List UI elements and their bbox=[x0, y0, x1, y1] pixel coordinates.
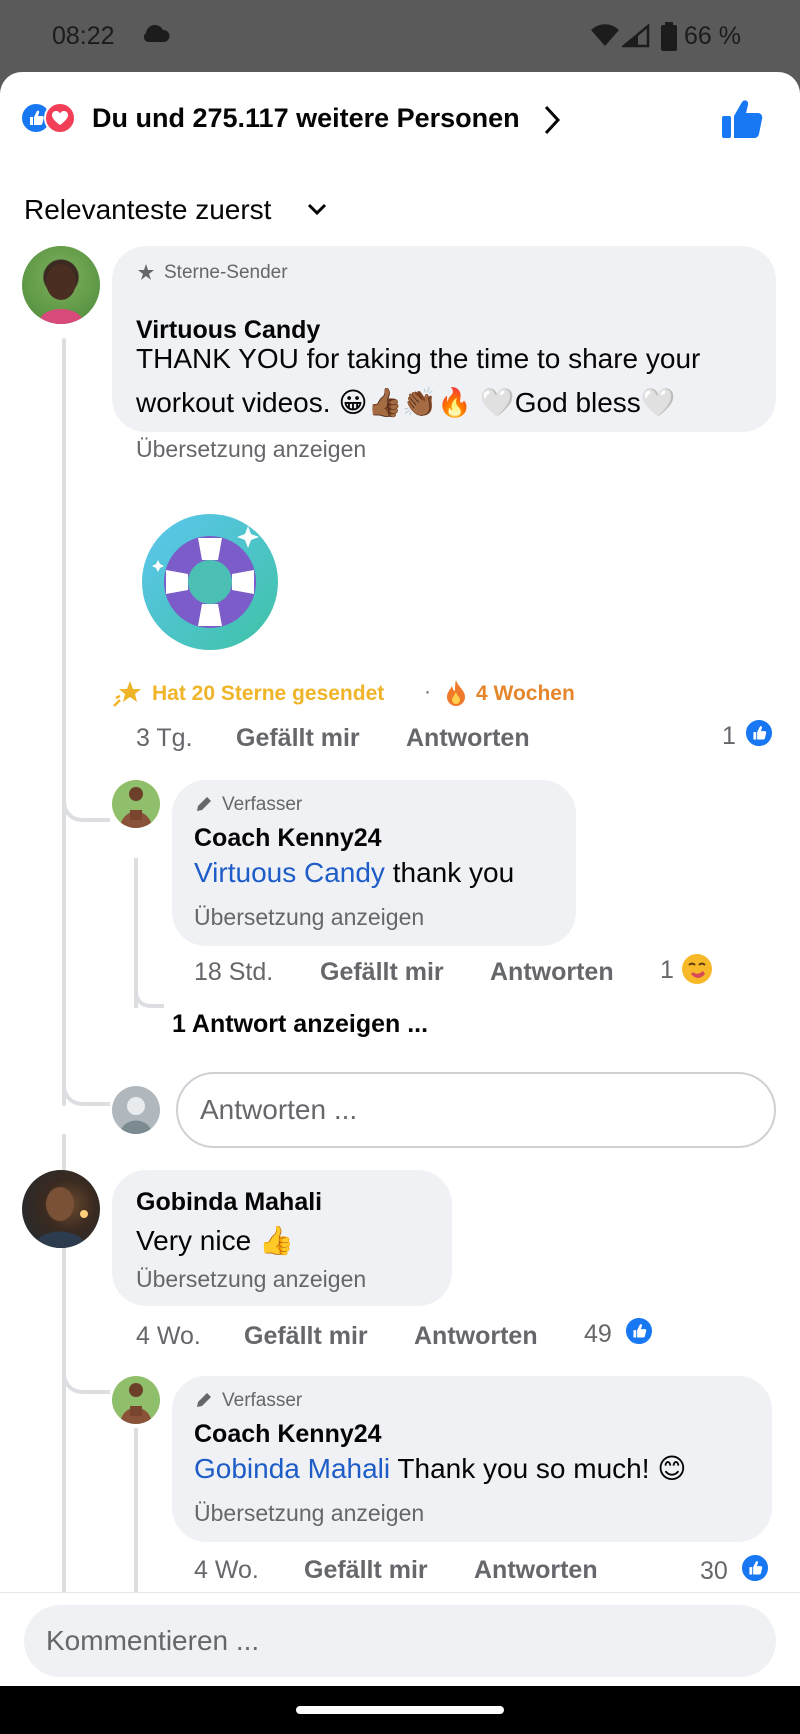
pencil-icon bbox=[194, 1390, 214, 1415]
home-gesture-handle[interactable] bbox=[296, 1706, 504, 1714]
like-reaction-icon[interactable] bbox=[744, 718, 774, 748]
translate-link[interactable]: Übersetzung anzeigen bbox=[136, 1266, 366, 1293]
like-count: 30 bbox=[700, 1557, 728, 1585]
avatar[interactable] bbox=[112, 780, 160, 828]
my-avatar bbox=[112, 1086, 160, 1134]
translate-link[interactable]: Übersetzung anzeigen bbox=[194, 1500, 424, 1527]
comment-input-field[interactable] bbox=[24, 1605, 776, 1677]
like-reaction-icon[interactable] bbox=[624, 1316, 654, 1346]
like-comment-button[interactable]: Gefällt mir bbox=[244, 1322, 368, 1351]
reply-author[interactable]: Coach Kenny24 bbox=[194, 824, 382, 853]
comments-sheet: Du und 275.117 weitere Personen Relevant… bbox=[0, 72, 800, 1686]
avatar[interactable] bbox=[22, 246, 100, 324]
reply-text: Gobinda Mahali Thank you so much! 😊 bbox=[194, 1448, 687, 1490]
like-comment-button[interactable]: Gefällt mir bbox=[320, 958, 444, 987]
reply-text-body: thank you bbox=[384, 857, 515, 888]
reply-time: 4 Wo. bbox=[194, 1556, 259, 1584]
view-replies-link[interactable]: 1 Antwort anzeigen ... bbox=[172, 1010, 428, 1039]
thread-line bbox=[62, 338, 66, 1106]
comment-input[interactable] bbox=[24, 1605, 776, 1677]
status-bar: 08:22 66 % bbox=[0, 0, 800, 74]
battery-icon bbox=[660, 22, 678, 57]
weeks-badge-text: 4 Wochen bbox=[476, 682, 575, 705]
reply-comment-button[interactable]: Antworten bbox=[414, 1322, 538, 1351]
battery-percent: 66 % bbox=[684, 22, 741, 50]
comment-badge: Sterne-Sender bbox=[164, 262, 288, 283]
comment-composer: 30 bbox=[0, 1553, 800, 1686]
system-nav-bar bbox=[0, 1686, 800, 1734]
translate-link[interactable]: Übersetzung anzeigen bbox=[194, 904, 424, 931]
thread-branch bbox=[62, 792, 110, 822]
translate-link[interactable]: Übersetzung anzeigen bbox=[136, 436, 366, 463]
mention-link[interactable]: Virtuous Candy bbox=[194, 857, 385, 888]
stars-sent-text: Hat 20 Sterne gesendet bbox=[152, 682, 385, 705]
reply-comment-button[interactable]: Antworten bbox=[490, 958, 614, 987]
avatar[interactable] bbox=[112, 1376, 160, 1424]
reply-author[interactable]: Coach Kenny24 bbox=[194, 1420, 382, 1449]
thread-line bbox=[134, 1428, 138, 1594]
comment-text: Very nice 👍 bbox=[136, 1225, 294, 1256]
sort-dropdown[interactable]: Relevanteste zuerst bbox=[24, 194, 271, 226]
comment-time: 4 Wo. bbox=[136, 1322, 201, 1350]
lifebuoy-sticker bbox=[140, 512, 280, 652]
comment-text-line: THANK YOU for taking the time to share y… bbox=[136, 343, 701, 374]
avatar[interactable] bbox=[22, 1170, 100, 1248]
reply-badge: Verfasser bbox=[222, 794, 303, 815]
reactions-summary[interactable]: Du und 275.117 weitere Personen bbox=[92, 103, 520, 134]
reply-input-field[interactable] bbox=[176, 1072, 776, 1148]
chevron-down-icon[interactable] bbox=[306, 202, 328, 221]
like-comment-button[interactable]: Gefällt mir bbox=[304, 1556, 428, 1585]
reply-text-body: Thank you so much! 😊 bbox=[390, 1453, 687, 1484]
haha-reaction-icon[interactable] bbox=[680, 952, 714, 991]
reply-time: 18 Std. bbox=[194, 958, 274, 986]
like-count: 1 bbox=[660, 956, 674, 984]
reply-text: Virtuous Candy thank you bbox=[194, 852, 514, 894]
wifi-icon bbox=[590, 24, 620, 53]
like-reaction-icon[interactable] bbox=[740, 1553, 770, 1583]
separator-dot: · bbox=[424, 680, 431, 703]
reply-comment-button[interactable]: Antworten bbox=[406, 724, 530, 753]
reactions-header[interactable]: Du und 275.117 weitere Personen bbox=[0, 72, 800, 162]
pencil-icon bbox=[194, 794, 214, 819]
reaction-icons bbox=[20, 102, 86, 134]
love-reaction-icon bbox=[44, 102, 76, 134]
thread-branch bbox=[62, 1364, 110, 1394]
status-time: 08:22 bbox=[52, 22, 115, 50]
flame-icon bbox=[442, 678, 470, 713]
stars-icon bbox=[112, 678, 144, 713]
mention-link[interactable]: Gobinda Mahali bbox=[194, 1453, 390, 1484]
cloud-icon bbox=[140, 24, 170, 49]
reply-comment-button[interactable]: Antworten bbox=[474, 1556, 598, 1585]
comment-time: 3 Tg. bbox=[136, 724, 193, 752]
like-comment-button[interactable]: Gefällt mir bbox=[236, 724, 360, 753]
like-count: 1 bbox=[722, 722, 736, 750]
reply-input[interactable] bbox=[178, 1074, 774, 1146]
like-button-icon[interactable] bbox=[720, 98, 764, 145]
star-sender-icon bbox=[134, 262, 156, 289]
comment-text-line: workout videos. 😀👍🏾👏🏾🔥 🤍God bless🤍 bbox=[136, 387, 676, 418]
chevron-right-icon[interactable] bbox=[540, 104, 564, 141]
like-count: 49 bbox=[584, 1320, 612, 1348]
thread-branch bbox=[134, 982, 164, 1008]
reply-badge: Verfasser bbox=[222, 1390, 303, 1411]
comment-author[interactable]: Gobinda Mahali bbox=[136, 1188, 322, 1217]
thread-branch bbox=[62, 1076, 110, 1106]
signal-icon bbox=[620, 23, 650, 53]
